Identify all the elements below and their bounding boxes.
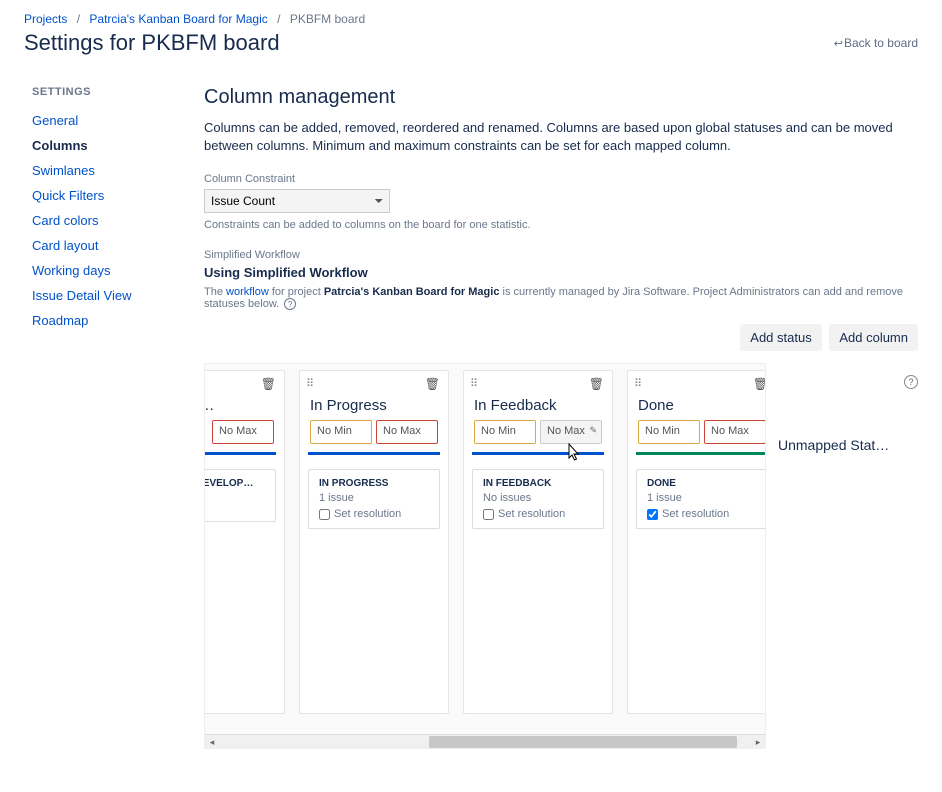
drag-handle-icon[interactable]: ⠿ [306, 377, 315, 390]
delete-column-icon[interactable]: 🗑 [753, 377, 765, 391]
add-column-button[interactable]: Add column [829, 324, 918, 351]
pencil-icon: ✎ [589, 425, 597, 436]
drag-handle-icon[interactable]: ⠿ [634, 377, 643, 390]
kanban-column[interactable]: 🗑 ed for D… No Max ED FOR DEVELOP… [205, 370, 285, 714]
workflow-line: The workflow for project Patrcia's Kanba… [204, 286, 918, 310]
scroll-left-icon[interactable]: ◂ [205, 735, 219, 749]
sidebar-item-workingdays[interactable]: Working days [32, 258, 164, 283]
crumb-board[interactable]: Patrcia's Kanban Board for Magic [89, 12, 267, 26]
crumb-current: PKBFM board [290, 12, 365, 26]
column-title[interactable]: ed for D… [205, 397, 274, 414]
delete-column-icon[interactable]: 🗑 [425, 377, 440, 391]
status-name: IN FEEDBACK [483, 478, 593, 489]
set-resolution-check[interactable]: Set resolution [647, 508, 757, 520]
kanban-column[interactable]: ⠿ 🗑 In Feedback No Min No Max✎ [463, 370, 613, 714]
drag-handle-icon[interactable]: ⠿ [470, 377, 479, 390]
page-title: Settings for PKBFM board [24, 30, 280, 56]
column-bar [308, 452, 440, 455]
section-title: Column management [204, 86, 918, 109]
back-arrow-icon: ↩ [834, 38, 843, 50]
constraint-hint: Constraints can be added to columns on t… [204, 219, 918, 231]
breadcrumb: Projects / Patrcia's Kanban Board for Ma… [24, 12, 918, 26]
kanban-column[interactable]: ⠿ 🗑 In Progress No Min No Max [299, 370, 449, 714]
min-input[interactable]: No Min [638, 420, 700, 444]
set-resolution-check[interactable]: Set resolution [483, 508, 593, 520]
columns-scroll-wrap: 🗑 ed for D… No Max ED FOR DEVELOP… [204, 363, 766, 749]
status-issues: 1 issue [647, 492, 757, 504]
status-name: DONE [647, 478, 757, 489]
kanban-column[interactable]: ⠿ 🗑 Done No Min No Max D [627, 370, 765, 714]
sidebar-item-swimlanes[interactable]: Swimlanes [32, 158, 164, 183]
status-issues: 1 issue [319, 492, 429, 504]
unmapped-panel: ? Unmapped Stat… [778, 363, 918, 749]
add-status-button[interactable]: Add status [740, 324, 821, 351]
crumb-projects[interactable]: Projects [24, 12, 67, 26]
sidebar-item-columns[interactable]: Columns [32, 133, 164, 158]
section-desc: Columns can be added, removed, reordered… [204, 119, 918, 155]
min-input[interactable]: No Min [310, 420, 372, 444]
sidebar-item-quickfilters[interactable]: Quick Filters [32, 183, 164, 208]
help-icon[interactable]: ? [904, 375, 918, 389]
max-input[interactable]: No Max✎ [540, 420, 602, 444]
unmapped-title: Unmapped Stat… [778, 437, 918, 453]
sidebar-heading: SETTINGS [32, 86, 164, 98]
constraint-label: Column Constraint [204, 173, 918, 185]
column-bar [205, 452, 276, 455]
horizontal-scrollbar[interactable]: ◂ ▸ [205, 734, 765, 748]
column-title[interactable]: Done [638, 397, 765, 414]
constraint-select[interactable]: Issue Count [204, 189, 390, 213]
scroll-thumb[interactable] [429, 736, 737, 748]
status-name: ED FOR DEVELOP… [205, 478, 265, 489]
sidebar-item-general[interactable]: General [32, 108, 164, 133]
delete-column-icon[interactable]: 🗑 [589, 377, 604, 391]
max-input[interactable]: No Max [704, 420, 765, 444]
status-card[interactable]: IN FEEDBACK No issues Set resolution [472, 469, 604, 529]
sidebar-item-roadmap[interactable]: Roadmap [32, 308, 164, 333]
scroll-right-icon[interactable]: ▸ [751, 735, 765, 749]
max-input[interactable]: No Max [212, 420, 274, 444]
set-resolution-check[interactable]: Set resolution [319, 508, 429, 520]
max-input[interactable]: No Max [376, 420, 438, 444]
column-bar [472, 452, 604, 455]
back-to-board-link[interactable]: ↩Back to board [834, 36, 918, 50]
column-title[interactable]: In Feedback [474, 397, 602, 414]
sidebar-item-cardcolors[interactable]: Card colors [32, 208, 164, 233]
column-title[interactable]: In Progress [310, 397, 438, 414]
min-input[interactable]: No Min [474, 420, 536, 444]
sidebar-item-cardlayout[interactable]: Card layout [32, 233, 164, 258]
status-name: IN PROGRESS [319, 478, 429, 489]
status-card[interactable]: ED FOR DEVELOP… resolution [205, 469, 276, 522]
settings-sidebar: SETTINGS General Columns Swimlanes Quick… [24, 86, 164, 749]
workflow-strong: Using Simplified Workflow [204, 265, 918, 280]
column-bar [636, 452, 765, 455]
status-issues: No issues [483, 492, 593, 504]
status-card[interactable]: IN PROGRESS 1 issue Set resolution [308, 469, 440, 529]
help-icon[interactable]: ? [284, 298, 296, 310]
sidebar-item-issuedetail[interactable]: Issue Detail View [32, 283, 164, 308]
workflow-link[interactable]: workflow [226, 286, 269, 298]
status-card[interactable]: DONE 1 issue Set resolution [636, 469, 765, 529]
delete-column-icon[interactable]: 🗑 [261, 377, 276, 391]
workflow-sub: Simplified Workflow [204, 249, 918, 261]
